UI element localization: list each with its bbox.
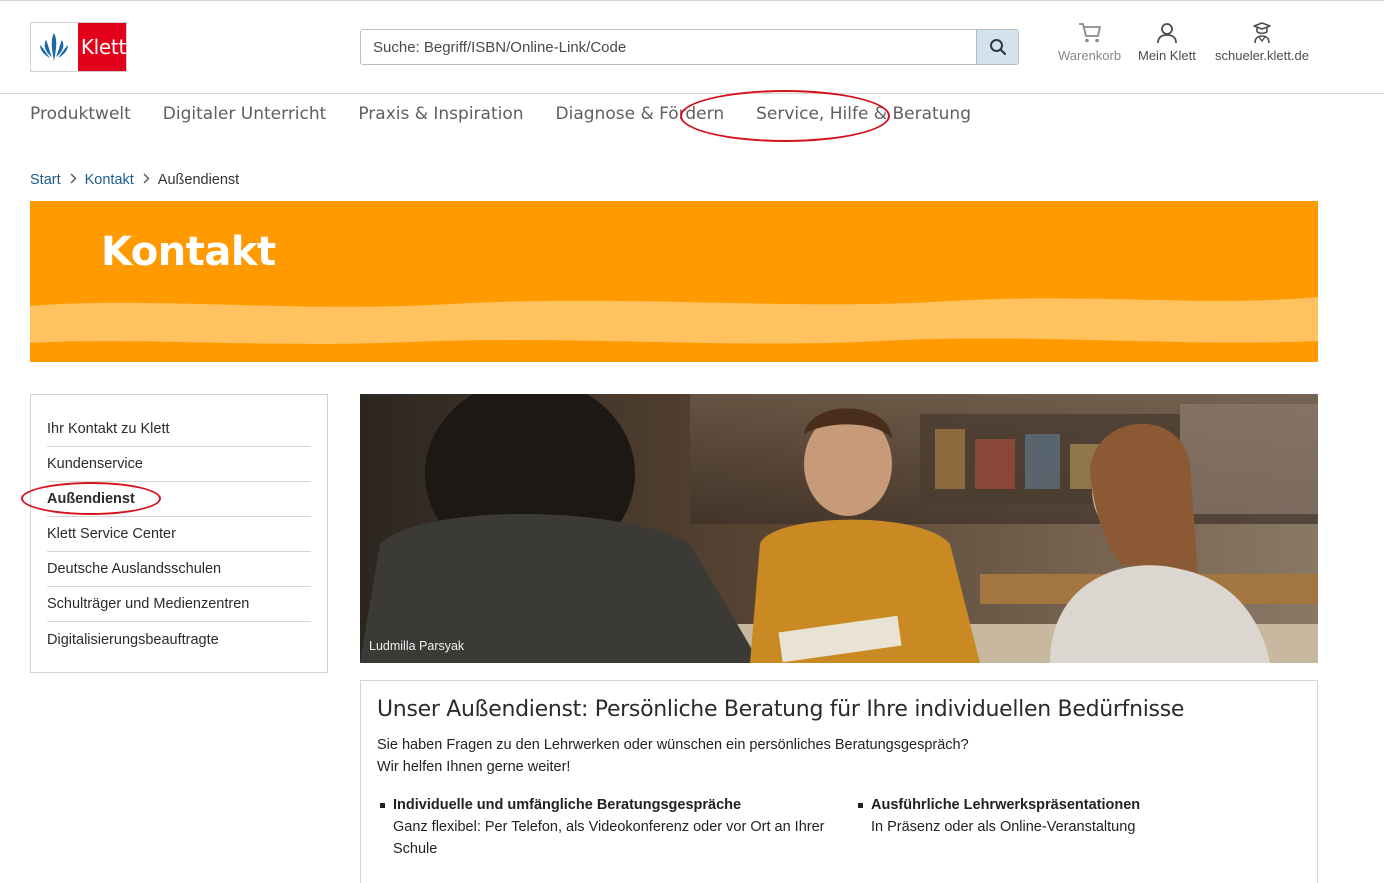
nav-item-produktwelt[interactable]: Produktwelt (30, 104, 131, 124)
banner-wave (30, 297, 1318, 344)
page-banner: Kontakt (30, 201, 1318, 362)
cart-label: Warenkorb (1058, 48, 1122, 63)
search-input[interactable] (361, 30, 976, 64)
page-title: Kontakt (101, 229, 276, 275)
breadcrumb-start[interactable]: Start (30, 172, 61, 188)
section-heading: Unser Außendienst: Persönliche Beratung … (377, 697, 1185, 722)
nav-item-diagnose-foerdern[interactable]: Diagnose & Fördern (556, 104, 725, 124)
feature-text: In Präsenz oder als Online-Veranstaltung (871, 819, 1136, 835)
chevron-right-icon (69, 172, 77, 188)
nav-item-praxis-inspiration[interactable]: Praxis & Inspiration (358, 104, 523, 124)
intro-text: Sie haben Fragen zu den Lehrwerken oder … (377, 734, 1301, 778)
sidenav-item-auslandsschulen[interactable]: Deutsche Auslandsschulen (47, 552, 311, 587)
account-label: Mein Klett (1138, 48, 1196, 63)
content-card: Unser Außendienst: Persönliche Beratung … (360, 680, 1318, 883)
student-portal-link[interactable]: schueler.klett.de (1215, 22, 1309, 63)
student-icon (1253, 22, 1271, 44)
account-button[interactable]: Mein Klett (1138, 22, 1196, 63)
sidenav-item-service-center[interactable]: Klett Service Center (47, 517, 311, 552)
header-divider (0, 93, 1384, 94)
klett-leaf-icon (31, 23, 78, 71)
feature-title: Individuelle und umfängliche Beratungsge… (393, 797, 742, 813)
search-bar (360, 29, 1019, 65)
nav-item-service-hilfe-beratung[interactable]: Service, Hilfe & Beratung (756, 104, 971, 124)
search-icon (989, 39, 1006, 56)
sidenav-item-ihr-kontakt[interactable]: Ihr Kontakt zu Klett (47, 412, 311, 447)
feature-text: Ganz flexibel: Per Telefon, als Videokon… (393, 819, 825, 857)
intro-line-1: Sie haben Fragen zu den Lehrwerken oder … (377, 737, 969, 753)
cart-button[interactable]: Warenkorb (1058, 22, 1121, 63)
breadcrumb-kontakt[interactable]: Kontakt (85, 172, 134, 188)
logo-wordmark: Klett (77, 23, 126, 71)
feature-item: Individuelle und umfängliche Beratungsge… (377, 794, 855, 860)
top-border (0, 0, 1384, 1)
intro-line-2: Wir helfen Ihnen gerne weiter! (377, 759, 571, 775)
cart-icon (1078, 23, 1101, 43)
feature-title: Ausführliche Lehrwerkspräsentationen (871, 797, 1141, 813)
feature-item: Ausführliche Lehrwerkspräsentationen In … (855, 794, 1255, 860)
student-label: schueler.klett.de (1215, 48, 1309, 63)
sidenav-item-kundenservice[interactable]: Kundenservice (47, 447, 311, 482)
image-credit: Ludmilla Parsyak (369, 639, 465, 653)
chevron-right-icon (142, 172, 150, 188)
breadcrumb: Start Kontakt Außendienst (30, 172, 239, 188)
breadcrumb-current: Außendienst (157, 172, 240, 188)
hero-photo-illustration (360, 394, 1318, 663)
search-button[interactable] (976, 30, 1018, 64)
main-navigation: Produktwelt Digitaler Unterricht Praxis … (30, 104, 1003, 124)
user-icon (1157, 23, 1177, 44)
hero-image: Ludmilla Parsyak (360, 394, 1318, 663)
sidenav-item-schultraeger[interactable]: Schulträger und Medienzentren (47, 587, 311, 622)
nav-item-digitaler-unterricht[interactable]: Digitaler Unterricht (163, 104, 327, 124)
sidenav-item-aussendienst[interactable]: Außendienst (47, 482, 311, 517)
feature-list: Individuelle und umfängliche Beratungsge… (377, 794, 1301, 860)
klett-logo[interactable]: Klett (30, 22, 127, 72)
side-navigation: Ihr Kontakt zu Klett Kundenservice Außen… (30, 394, 328, 673)
sidenav-item-digitalisierung[interactable]: Digitalisierungsbeauftragte (47, 622, 311, 657)
